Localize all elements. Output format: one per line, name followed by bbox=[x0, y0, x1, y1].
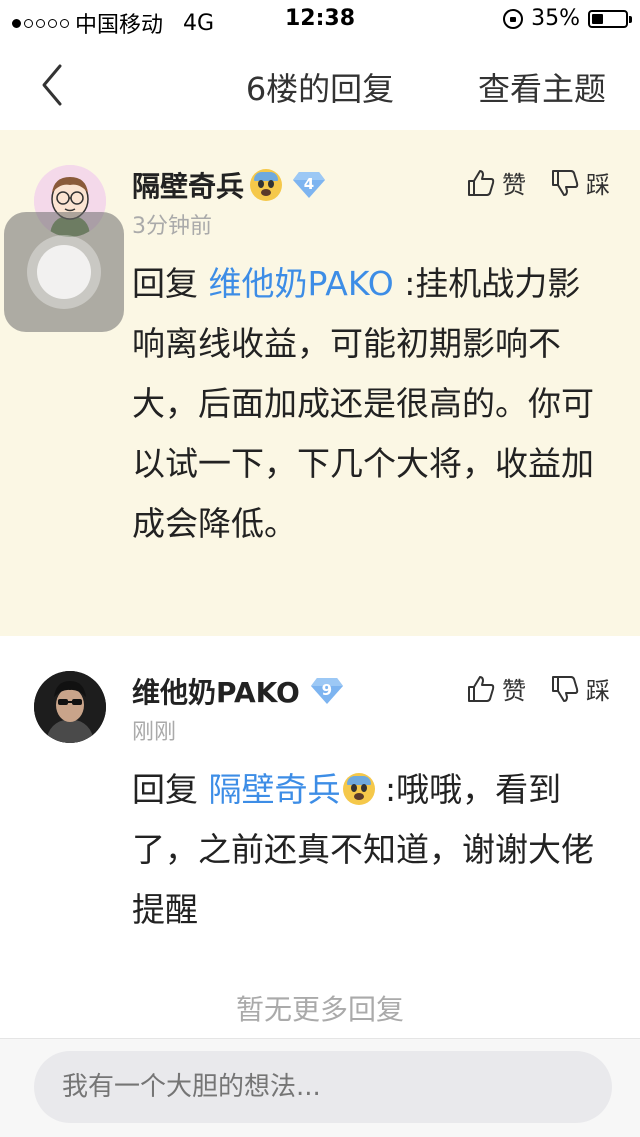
username-row: 维他奶PAKO 9 bbox=[132, 671, 344, 711]
dislike-button[interactable]: 踩 bbox=[550, 671, 610, 706]
user-photo-avatar-icon bbox=[34, 671, 106, 743]
rotation-lock-icon bbox=[503, 8, 524, 29]
level-badge: 4 bbox=[292, 170, 326, 200]
nav-bar: 6楼的回复 查看主题 bbox=[0, 40, 640, 130]
avatar[interactable] bbox=[34, 671, 106, 743]
fearful-emoji-icon bbox=[250, 169, 283, 201]
dislike-label: 踩 bbox=[586, 677, 610, 705]
like-label: 赞 bbox=[502, 171, 526, 199]
like-label: 赞 bbox=[502, 677, 526, 705]
thumbs-down-icon bbox=[552, 169, 579, 196]
reply-item: 维他奶PAKO 9 刚刚 赞 踩 回复 隔壁奇兵 :哦哦，看到了，之前还真不知道… bbox=[0, 636, 640, 956]
thumbs-up-icon bbox=[468, 675, 495, 702]
username[interactable]: 维他奶PAKO bbox=[132, 671, 300, 711]
level-number: 4 bbox=[303, 175, 315, 193]
level-badge: 9 bbox=[310, 676, 344, 706]
username-row: 隔壁奇兵 4 bbox=[132, 165, 326, 205]
no-more-replies-label: 暂无更多回复 bbox=[235, 993, 404, 1026]
battery-icon bbox=[588, 9, 632, 28]
view-topic-button[interactable]: 查看主题 bbox=[478, 64, 606, 110]
reply-prefix: 回复 bbox=[132, 770, 198, 809]
post-time: 3分钟前 bbox=[132, 214, 212, 239]
level-number: 9 bbox=[321, 681, 333, 699]
assistive-touch-button[interactable] bbox=[4, 212, 124, 332]
mention-link[interactable]: 维他奶PAKO bbox=[209, 264, 394, 303]
reply-text: :挂机战力影响离线收益，可能初期影响不大，后面加成还是很高的。你可以试一下，下几… bbox=[132, 264, 594, 543]
like-button[interactable]: 赞 bbox=[466, 165, 526, 200]
post-time: 刚刚 bbox=[132, 720, 177, 745]
fearful-emoji-icon bbox=[342, 773, 375, 805]
reply-input[interactable] bbox=[34, 1051, 612, 1123]
thumbs-down-icon bbox=[552, 675, 579, 702]
like-button[interactable]: 赞 bbox=[466, 671, 526, 706]
reply-item: 隔壁奇兵 4 3分钟前 赞 踩 回复 维他奶PAKO :挂机战力影响离线收益，可… bbox=[0, 130, 640, 636]
battery-percent: 35% bbox=[531, 6, 580, 31]
reply-content: 回复 隔壁奇兵 :哦哦，看到了，之前还真不知道，谢谢大佬提醒 bbox=[132, 760, 602, 940]
username[interactable]: 隔壁奇兵 bbox=[132, 165, 244, 205]
reply-input-bar bbox=[0, 1038, 640, 1137]
status-bar: 中国移动 4G 12:38 35% bbox=[0, 0, 640, 40]
dislike-button[interactable]: 踩 bbox=[550, 165, 610, 200]
mention-link[interactable]: 隔壁奇兵 bbox=[209, 770, 341, 809]
dislike-label: 踩 bbox=[586, 171, 610, 199]
thumbs-up-icon bbox=[468, 169, 495, 196]
reply-prefix: 回复 bbox=[132, 264, 198, 303]
reply-content: 回复 维他奶PAKO :挂机战力影响离线收益，可能初期影响不大，后面加成还是很高… bbox=[132, 254, 602, 554]
